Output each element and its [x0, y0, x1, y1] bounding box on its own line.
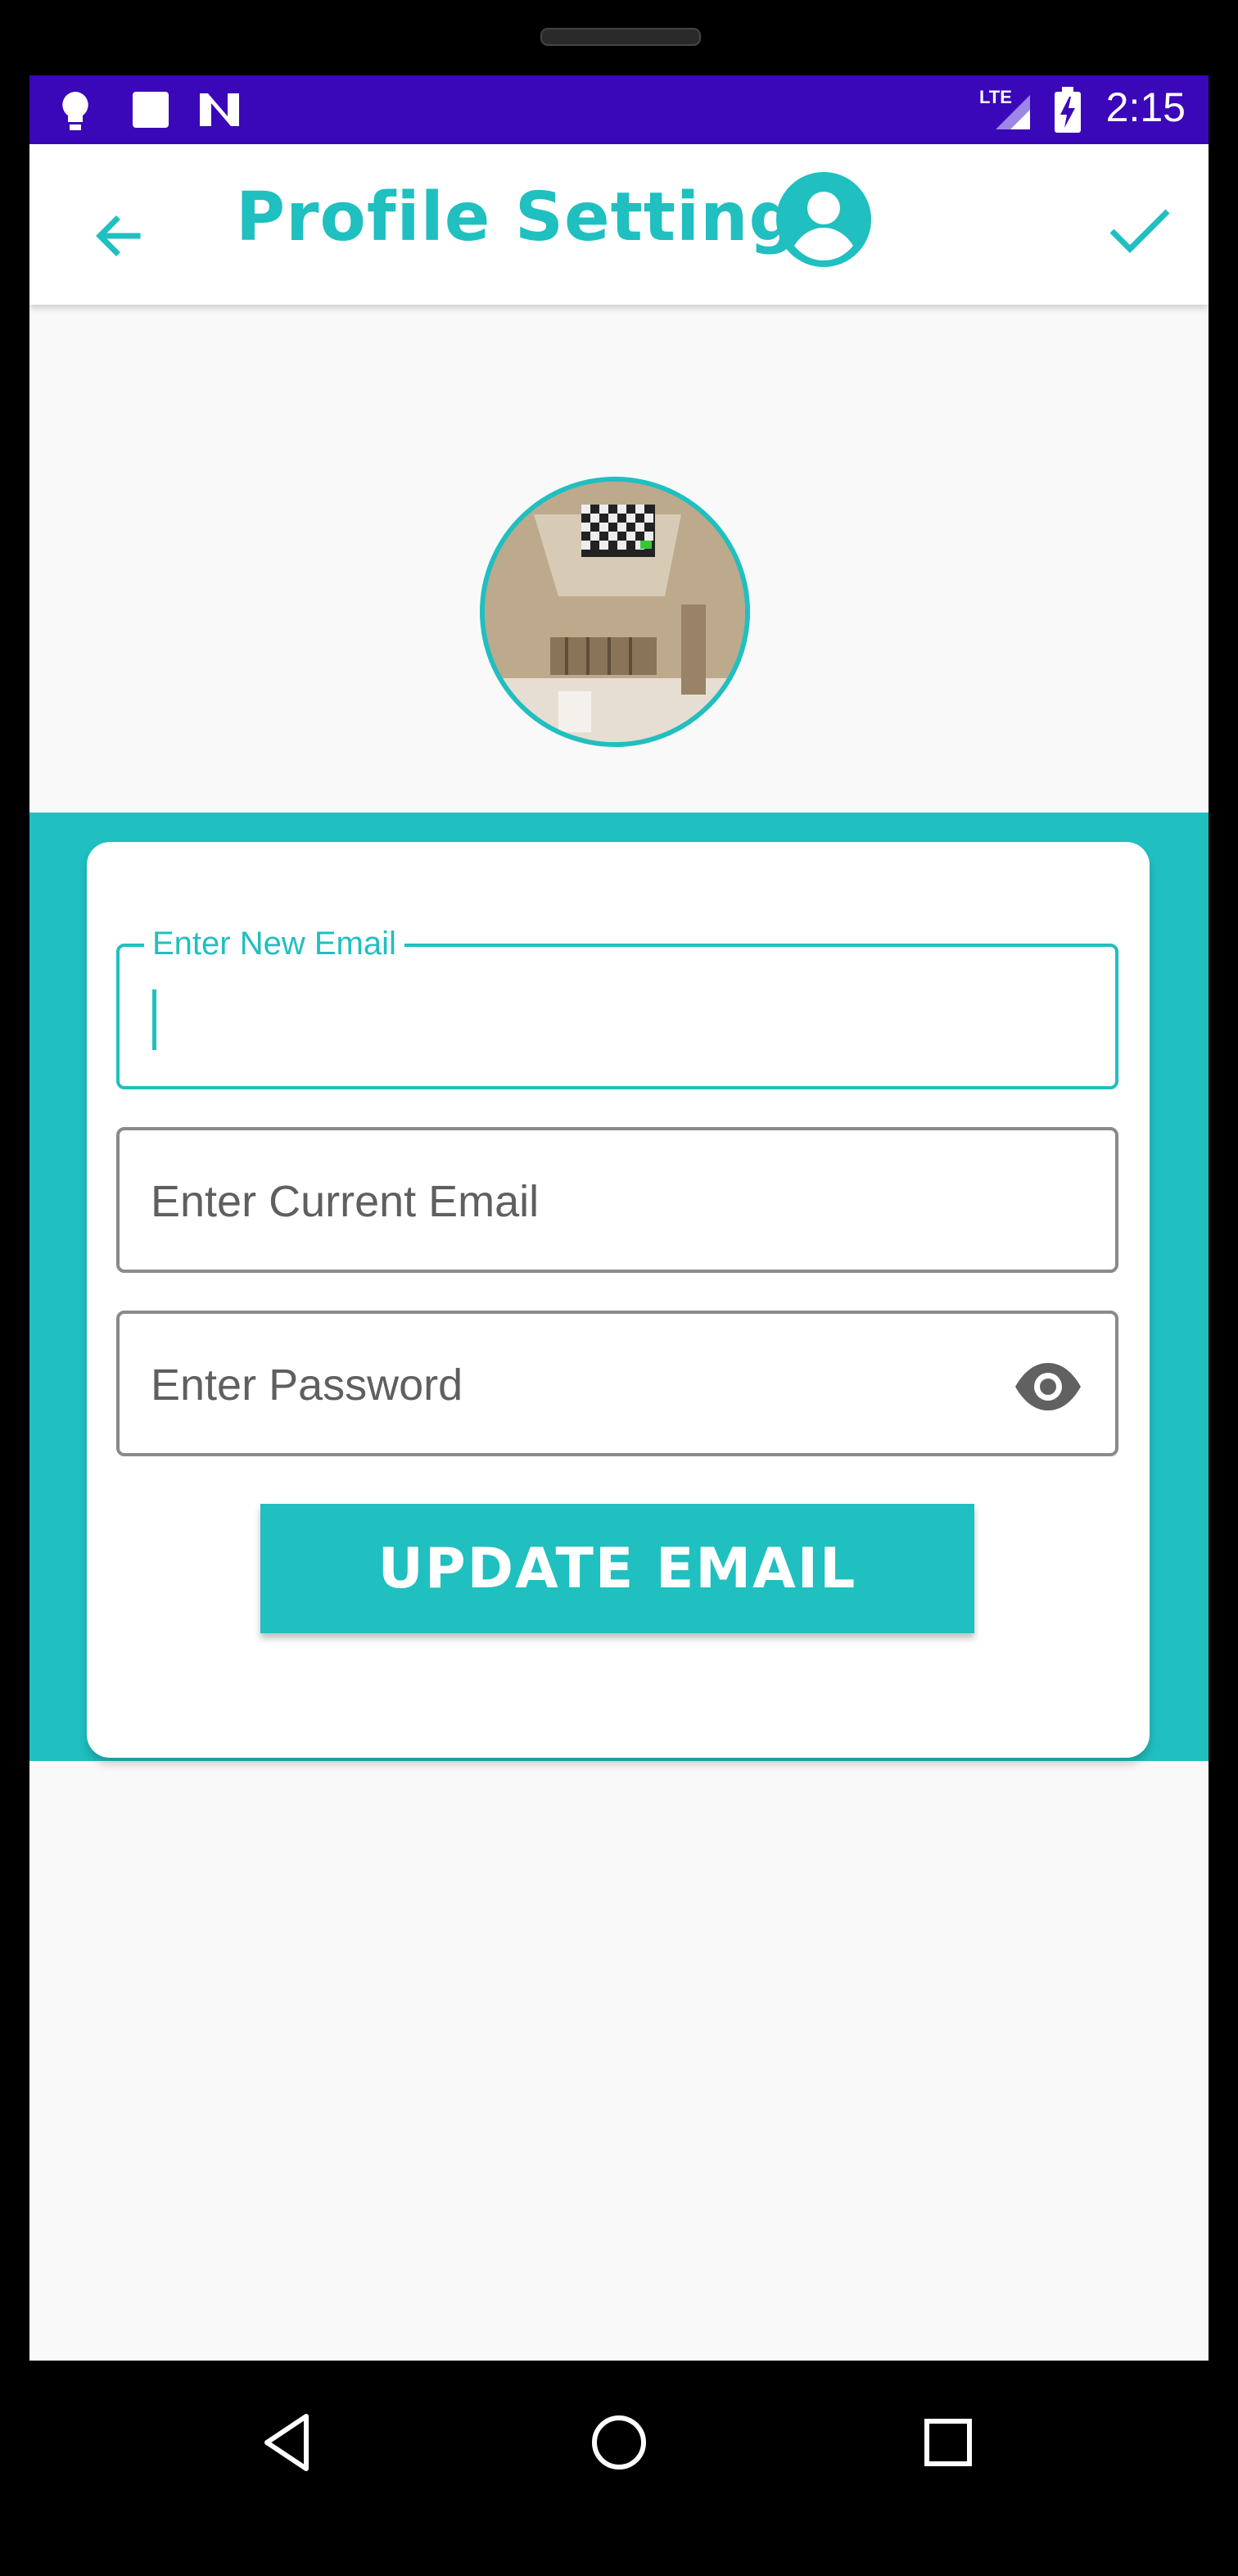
profile-photo[interactable] — [480, 477, 750, 747]
profile-photo-image — [485, 482, 745, 742]
current-email-placeholder: Enter Current Email — [151, 1177, 540, 1226]
check-icon — [1109, 209, 1170, 253]
password-placeholder: Enter Password — [151, 1360, 463, 1410]
new-email-label: Enter New Email — [144, 926, 404, 962]
status-bar: LTE 2:15 — [29, 75, 1209, 144]
back-triangle-icon[interactable] — [247, 2402, 329, 2483]
home-circle-icon[interactable] — [578, 2402, 660, 2483]
account-circle-icon — [776, 172, 871, 267]
page-title: Profile Settings — [236, 179, 838, 256]
square-icon — [133, 92, 169, 128]
signal-icon — [996, 95, 1030, 129]
navigation-bar — [29, 2361, 1209, 2524]
password-field[interactable]: Enter Password — [116, 1311, 1118, 1456]
confirm-button[interactable] — [1102, 193, 1176, 267]
recents-square-icon[interactable] — [907, 2402, 989, 2483]
n-icon — [200, 93, 239, 126]
update-email-button[interactable]: UPDATE EMAIL — [260, 1504, 974, 1633]
lightbulb-icon — [62, 92, 88, 130]
clock: 2:15 — [1105, 84, 1186, 130]
current-email-field[interactable]: Enter Current Email — [116, 1127, 1118, 1273]
eye-icon[interactable] — [1014, 1358, 1082, 1415]
update-email-card: Enter New Email Enter Current Email Ente… — [87, 842, 1150, 1758]
screen: LTE 2:15 Profile Settings Enter New Emai… — [29, 75, 1209, 2361]
text-cursor — [152, 989, 156, 1050]
phone-speaker — [540, 28, 701, 46]
back-button[interactable] — [79, 195, 160, 277]
battery-charging-icon — [1055, 87, 1081, 133]
new-email-field[interactable]: Enter New Email — [116, 926, 1118, 1089]
app-bar: Profile Settings — [29, 144, 1209, 305]
arrow-left-icon — [96, 215, 141, 256]
